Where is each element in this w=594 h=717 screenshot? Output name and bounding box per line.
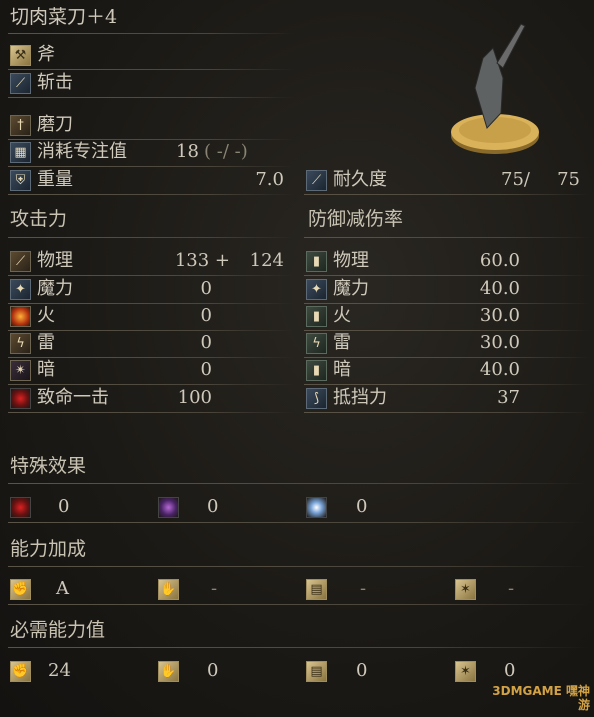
divider (8, 412, 294, 413)
durability-icon: ⟋ (306, 170, 327, 191)
divider (8, 194, 294, 195)
durability-label: 耐久度 (333, 169, 387, 190)
divider (8, 97, 294, 98)
attack-label: 暗 (37, 359, 55, 380)
defense-value: 37 (497, 387, 520, 408)
weight-value: 7.0 (255, 169, 284, 190)
requirement-value: 0 (356, 660, 368, 681)
divider (8, 522, 588, 523)
fire-defense-icon: ▮ (306, 306, 327, 327)
defense-label: 抵挡力 (333, 387, 387, 408)
attack-extra: 124 (249, 250, 284, 271)
attack-value: 0 (200, 332, 212, 353)
divider (304, 237, 590, 238)
attack-label: 魔力 (37, 278, 73, 299)
defense-label: 雷 (333, 332, 351, 353)
scaling-title: 能力加成 (10, 538, 87, 560)
durability-value: 75/ (501, 169, 530, 190)
attack-value: 0 (200, 305, 212, 326)
weapon-type: 斧 (37, 44, 55, 65)
special-value: 0 (58, 496, 70, 517)
attack-label: 火 (37, 305, 55, 326)
faith-icon: ✶ (455, 579, 476, 600)
attack-value: 100 (177, 387, 212, 408)
dexterity-icon: ✋ (158, 579, 179, 600)
weight-icon: ⛨ (10, 170, 31, 191)
defense-value: 30.0 (479, 305, 520, 326)
lightning-defense-icon: ϟ (306, 333, 327, 354)
divider (8, 566, 588, 567)
attack-value: 133 + (174, 250, 230, 271)
watermark: 3DMGAME 嘿神游 (492, 684, 590, 712)
requirement-value: 24 (48, 660, 71, 681)
divider (8, 483, 588, 484)
lightning-icon: ϟ (10, 333, 31, 354)
bleed-icon (10, 497, 31, 518)
fire-icon (10, 306, 31, 327)
attack-value: 0 (200, 359, 212, 380)
weapon-type-icon: ⚒ (10, 45, 31, 66)
divider (8, 647, 588, 648)
scaling-value: - (360, 578, 367, 599)
scaling-value: - (211, 578, 218, 599)
dark-icon: ✴ (10, 360, 31, 381)
stability-icon: ⟆ (306, 388, 327, 409)
strength-icon: ✊ (10, 661, 31, 682)
physical-defense-icon: ▮ (306, 251, 327, 272)
slash-icon: ⟋ (10, 73, 31, 94)
fp-cost-label: 消耗专注值 (37, 141, 127, 162)
intelligence-icon: ▤ (306, 579, 327, 600)
special-title: 特殊效果 (10, 455, 87, 477)
attack-label: 物理 (37, 250, 73, 271)
scaling-value: A (56, 578, 69, 599)
defense-value: 40.0 (479, 359, 520, 380)
defense-label: 暗 (333, 359, 351, 380)
fp-cost-value: 18 (176, 141, 199, 162)
defense-label: 物理 (333, 250, 369, 271)
special-value: 0 (207, 496, 219, 517)
requirements-title: 必需能力值 (10, 619, 106, 641)
faith-icon: ✶ (455, 661, 476, 682)
defense-label: 火 (333, 305, 351, 326)
divider (304, 194, 590, 195)
defense-value: 40.0 (479, 278, 520, 299)
poison-icon (158, 497, 179, 518)
frost-icon (306, 497, 327, 518)
defense-label: 魔力 (333, 278, 369, 299)
requirement-value: 0 (504, 660, 516, 681)
critical-icon (10, 388, 31, 409)
scaling-value: - (508, 578, 515, 599)
fp-icon: ▦ (10, 142, 31, 163)
intelligence-icon: ▤ (306, 661, 327, 682)
attack-title: 攻击力 (10, 208, 68, 230)
divider (304, 412, 590, 413)
attack-label: 致命一击 (37, 387, 109, 408)
weapon-name: 切肉菜刀＋4 (10, 6, 118, 28)
divider (8, 33, 294, 34)
magic-defense-icon: ✦ (306, 279, 327, 300)
magic-icon: ✦ (10, 279, 31, 300)
weapon-image (451, 23, 539, 154)
requirement-value: 0 (207, 660, 219, 681)
durability-max: 75 (557, 169, 580, 190)
attack-value: 0 (200, 278, 212, 299)
special-value: 0 (356, 496, 368, 517)
defense-title: 防御减伤率 (308, 208, 404, 230)
fp-cost-detail: ( -/ -) (204, 141, 248, 162)
dark-defense-icon: ▮ (306, 360, 327, 381)
divider (8, 604, 588, 605)
weight-label: 重量 (37, 169, 73, 190)
physical-icon: ⟋ (10, 251, 31, 272)
skill-name: 磨刀 (37, 114, 73, 135)
defense-value: 60.0 (479, 250, 520, 271)
strength-icon: ✊ (10, 579, 31, 600)
divider (8, 237, 294, 238)
defense-value: 30.0 (479, 332, 520, 353)
dexterity-icon: ✋ (158, 661, 179, 682)
attack-type: 斩击 (37, 72, 73, 93)
skill-icon: † (10, 115, 31, 136)
attack-label: 雷 (37, 332, 55, 353)
